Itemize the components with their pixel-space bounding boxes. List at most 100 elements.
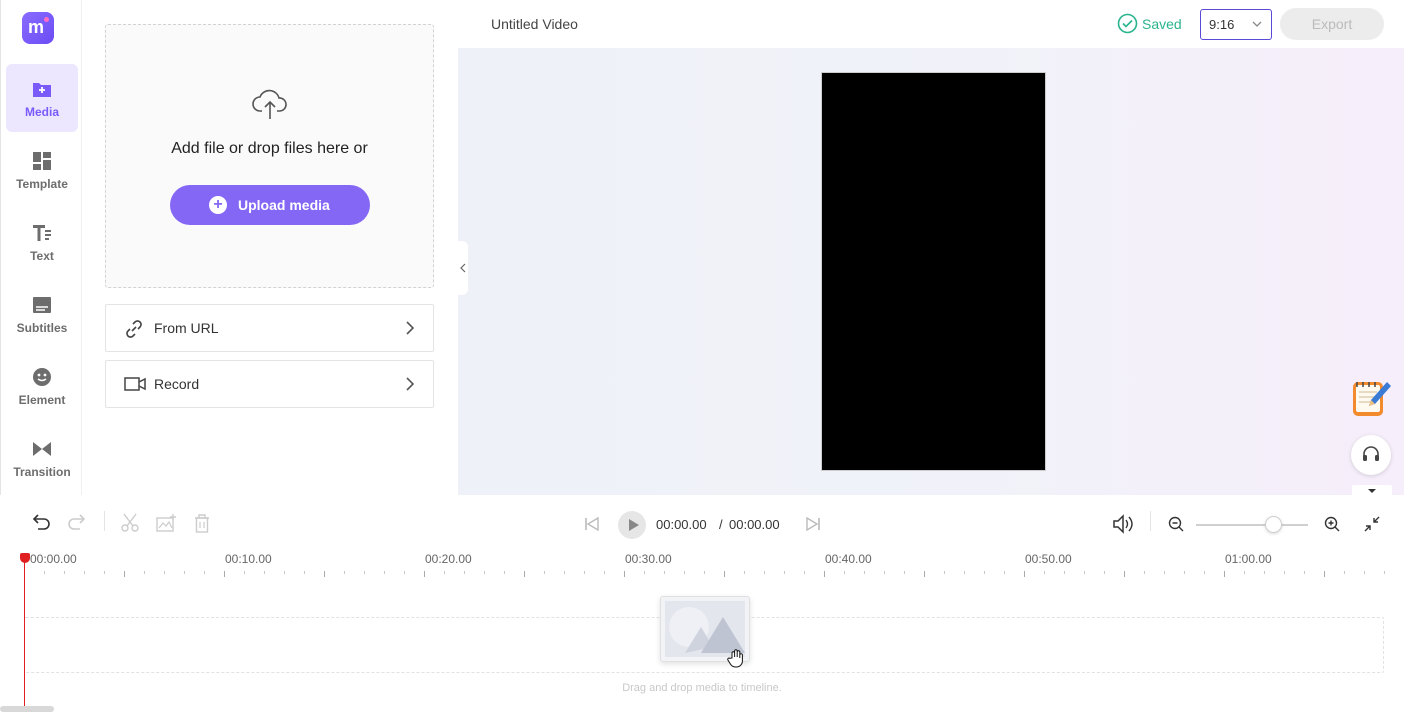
video-canvas[interactable] — [821, 72, 1046, 471]
total-time: 00:00.00 — [729, 517, 780, 532]
time-ruler-label: 01:00.00 — [1225, 552, 1272, 566]
caret-down-icon — [1368, 489, 1376, 493]
scissors-icon[interactable] — [120, 513, 140, 533]
from-url-button[interactable]: From URL — [105, 304, 434, 352]
video-editor-app: m Media Template Text Subtitles Element … — [0, 0, 1404, 712]
zoom-in-icon[interactable] — [1324, 516, 1340, 532]
media-folder-icon — [33, 83, 51, 97]
zoom-slider-handle[interactable] — [1265, 516, 1282, 533]
ruler-tick — [484, 571, 485, 574]
ruler-tick — [384, 571, 385, 574]
aspect-ratio-select[interactable]: 9:16 — [1200, 9, 1272, 40]
time-ruler-label: 00:50.00 — [1025, 552, 1072, 566]
subtitles-icon — [33, 297, 51, 313]
upload-dropzone[interactable]: Add file or drop files here or + Upload … — [105, 24, 434, 288]
ruler-tick — [724, 571, 725, 577]
nav-item-subtitles[interactable]: Subtitles — [6, 280, 78, 348]
ruler-tick — [244, 571, 245, 574]
support-button[interactable] — [1351, 435, 1391, 475]
top-bar: Untitled Video Saved 9:16 Export — [458, 0, 1404, 48]
export-button[interactable]: Export — [1280, 8, 1384, 40]
ruler-tick — [1364, 571, 1365, 574]
time-ruler-label: 00:00.00 — [30, 552, 77, 566]
undo-icon[interactable] — [31, 513, 51, 531]
nav-item-media[interactable]: Media — [6, 64, 78, 132]
nav-label: Text — [30, 249, 54, 263]
nav-item-text[interactable]: Text — [6, 208, 78, 276]
nav-item-transition[interactable]: Transition — [6, 424, 78, 492]
ruler-tick — [504, 571, 505, 574]
ruler-tick — [364, 571, 365, 574]
nav-label: Template — [16, 177, 68, 191]
ruler-tick — [1084, 571, 1085, 574]
record-button[interactable]: Record — [105, 360, 434, 408]
ruler-tick — [784, 571, 785, 574]
ruler-tick — [604, 571, 605, 574]
collapse-panel-button[interactable] — [458, 241, 468, 295]
play-icon — [629, 519, 639, 531]
play-button[interactable] — [618, 511, 646, 539]
ruler-tick — [1204, 571, 1205, 574]
preview-area — [458, 48, 1404, 497]
left-nav: m Media Template Text Subtitles Element … — [0, 0, 82, 495]
collapse-arrows-icon[interactable] — [1363, 515, 1381, 533]
ruler-tick — [84, 571, 85, 574]
chevron-left-icon — [460, 263, 466, 273]
skip-back-icon[interactable] — [584, 517, 600, 531]
project-title[interactable]: Untitled Video — [491, 16, 578, 32]
nav-item-element[interactable]: Element — [6, 352, 78, 420]
nav-label: Media — [24, 105, 59, 119]
chevron-right-icon — [406, 377, 415, 391]
upload-media-label: Upload media — [238, 197, 330, 213]
nav-label: Transition — [13, 465, 71, 479]
timeline-drop-hint: Drag and drop media to timeline. — [622, 682, 782, 694]
playhead-line[interactable] — [24, 555, 25, 712]
time-ruler-label: 00:10.00 — [225, 552, 272, 566]
dropzone-text: Add file or drop files here or — [171, 140, 368, 157]
time-ruler-label: 00:30.00 — [625, 552, 672, 566]
skip-forward-icon[interactable] — [805, 517, 821, 531]
ruler-tick — [44, 571, 45, 574]
ruler-tick — [704, 571, 705, 574]
ruler-tick — [864, 571, 865, 574]
ruler-tick — [404, 571, 405, 574]
check-circle-icon — [1117, 13, 1138, 34]
ruler-tick — [164, 571, 165, 574]
logo-letter: m — [28, 17, 45, 37]
volume-icon[interactable] — [1112, 514, 1134, 534]
image-crop-icon[interactable] — [155, 513, 177, 533]
current-time: 00:00.00 — [656, 517, 707, 532]
nav-item-template[interactable]: Template — [6, 136, 78, 204]
toolbar-divider — [104, 511, 105, 531]
ruler-tick — [684, 571, 685, 574]
notepad-pencil-icon[interactable] — [1349, 376, 1393, 420]
ruler-tick — [964, 571, 965, 574]
time-ruler-label: 00:20.00 — [425, 552, 472, 566]
link-icon — [126, 320, 142, 338]
ruler-tick — [1124, 571, 1125, 577]
grab-cursor-icon — [727, 649, 743, 668]
redo-icon[interactable] — [67, 513, 87, 531]
ruler-tick — [1324, 571, 1325, 577]
upload-media-button[interactable]: + Upload media — [170, 185, 370, 225]
playhead-handle[interactable] — [20, 553, 30, 563]
ruler-tick — [1244, 571, 1245, 574]
ruler-tick — [344, 571, 345, 574]
nav-label: Subtitles — [16, 321, 68, 335]
nav-label: Element — [18, 393, 66, 407]
trash-icon[interactable] — [193, 513, 211, 533]
timeline-scrollbar[interactable] — [0, 706, 54, 712]
logo[interactable]: m — [22, 12, 54, 44]
ruler-tick — [204, 571, 205, 574]
zoom-slider-track[interactable] — [1196, 524, 1308, 526]
ruler-tick — [804, 571, 805, 574]
ruler-tick — [664, 571, 665, 574]
time-separator: / — [719, 517, 723, 532]
ruler-tick — [904, 571, 905, 574]
ruler-tick — [1064, 571, 1065, 574]
ruler-tick — [284, 571, 285, 574]
timeline[interactable]: 00:00.00 00:10.00 00:20.00 00:30.00 00:4… — [0, 545, 1404, 712]
zoom-out-icon[interactable] — [1168, 516, 1184, 532]
ruler-tick — [524, 571, 525, 577]
chevron-right-icon — [406, 321, 415, 335]
